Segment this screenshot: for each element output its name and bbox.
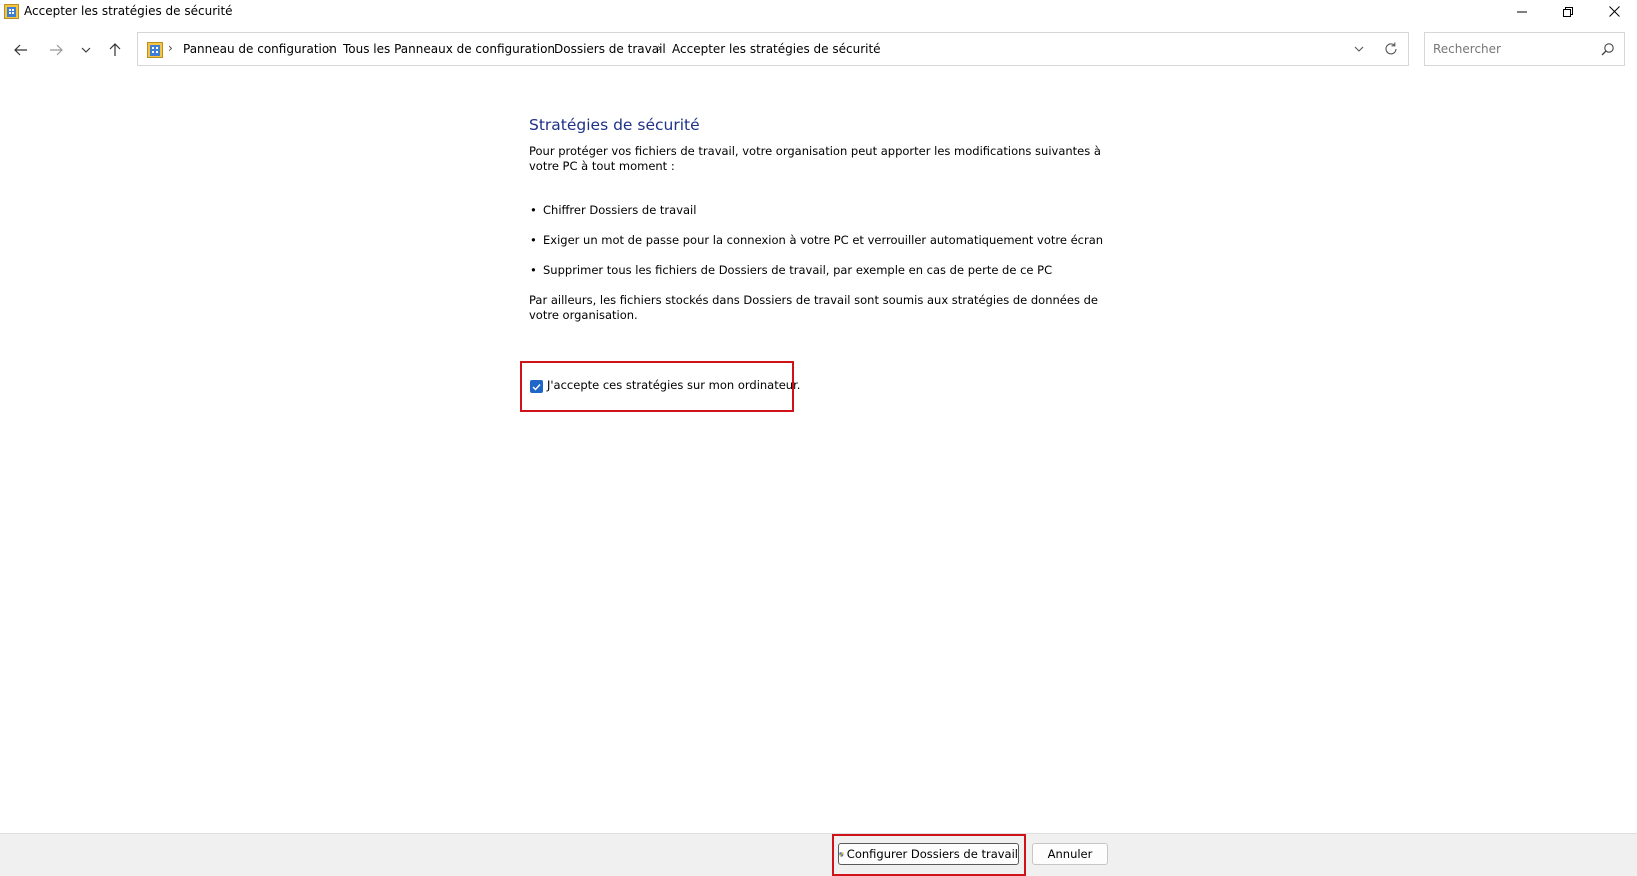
button-bar xyxy=(0,833,1637,876)
breadcrumb-separator-icon: › xyxy=(328,41,333,55)
cancel-button-label: Annuler xyxy=(1047,847,1093,861)
uac-shield-icon xyxy=(839,851,844,857)
minimize-button[interactable] xyxy=(1499,0,1545,23)
configure-work-folders-button[interactable]: Configurer Dossiers de travail xyxy=(838,843,1019,865)
up-button[interactable] xyxy=(101,36,129,64)
breadcrumb-separator-icon: › xyxy=(657,41,662,55)
arrow-right-icon xyxy=(50,44,63,56)
refresh-icon[interactable] xyxy=(1382,40,1400,58)
chevron-down-icon xyxy=(81,47,91,53)
restore-button[interactable] xyxy=(1545,0,1591,23)
restore-icon xyxy=(1563,6,1573,17)
list-item: Supprimer tous les fichiers de Dossiers … xyxy=(529,263,1119,278)
minimize-icon xyxy=(1517,11,1527,12)
breadcrumb-separator-icon: › xyxy=(532,41,537,55)
page-title: Stratégies de sécurité xyxy=(529,116,700,134)
address-bar[interactable]: › Panneau de configuration › Tous les Pa… xyxy=(137,32,1409,66)
accept-policies-highlight: J'accepte ces stratégies sur mon ordinat… xyxy=(520,361,800,412)
cancel-button[interactable]: Annuler xyxy=(1032,843,1108,865)
breadcrumb-accept-policies[interactable]: Accepter les stratégies de sécurité xyxy=(672,42,881,56)
breadcrumb-separator-icon: › xyxy=(168,41,173,55)
arrow-left-icon xyxy=(14,44,27,56)
list-item: Chiffrer Dossiers de travail xyxy=(529,203,1119,218)
forward-button[interactable] xyxy=(42,36,70,64)
title-bar: Accepter les stratégies de sécurité xyxy=(0,0,1637,23)
chevron-down-icon[interactable] xyxy=(1351,41,1367,57)
arrow-up-icon xyxy=(109,43,121,56)
configure-button-label: Configurer Dossiers de travail xyxy=(846,847,1018,861)
search-icon[interactable] xyxy=(1601,42,1615,56)
search-box[interactable] xyxy=(1424,32,1625,66)
outro-text: Par ailleurs, les fichiers stockés dans … xyxy=(529,293,1098,322)
close-button[interactable] xyxy=(1591,0,1637,23)
control-panel-icon xyxy=(147,42,163,58)
breadcrumb-all-control-panels[interactable]: Tous les Panneaux de configuration xyxy=(343,42,555,56)
breadcrumb-work-folders[interactable]: Dossiers de travail xyxy=(554,42,666,56)
list-item: Exiger un mot de passe pour la connexion… xyxy=(529,233,1119,248)
accept-policies-checkbox[interactable] xyxy=(530,380,543,393)
navigation-bar: › Panneau de configuration › Tous les Pa… xyxy=(0,32,1637,68)
window-title: Accepter les stratégies de sécurité xyxy=(24,4,233,18)
search-input[interactable] xyxy=(1433,40,1593,58)
recent-locations-button[interactable] xyxy=(72,36,100,64)
policy-list: Chiffrer Dossiers de travail Exiger un m… xyxy=(529,203,1119,278)
intro-text: Pour protéger vos fichiers de travail, v… xyxy=(529,144,1101,173)
back-button[interactable] xyxy=(7,36,35,64)
checkmark-icon xyxy=(532,383,541,391)
accept-policies-label[interactable]: J'accepte ces stratégies sur mon ordinat… xyxy=(547,378,800,392)
close-icon xyxy=(1608,6,1620,17)
policies-content: Stratégies de sécurité Pour protéger vos… xyxy=(529,116,1119,323)
breadcrumb-control-panel[interactable]: Panneau de configuration xyxy=(183,42,337,56)
control-panel-icon xyxy=(4,4,19,19)
